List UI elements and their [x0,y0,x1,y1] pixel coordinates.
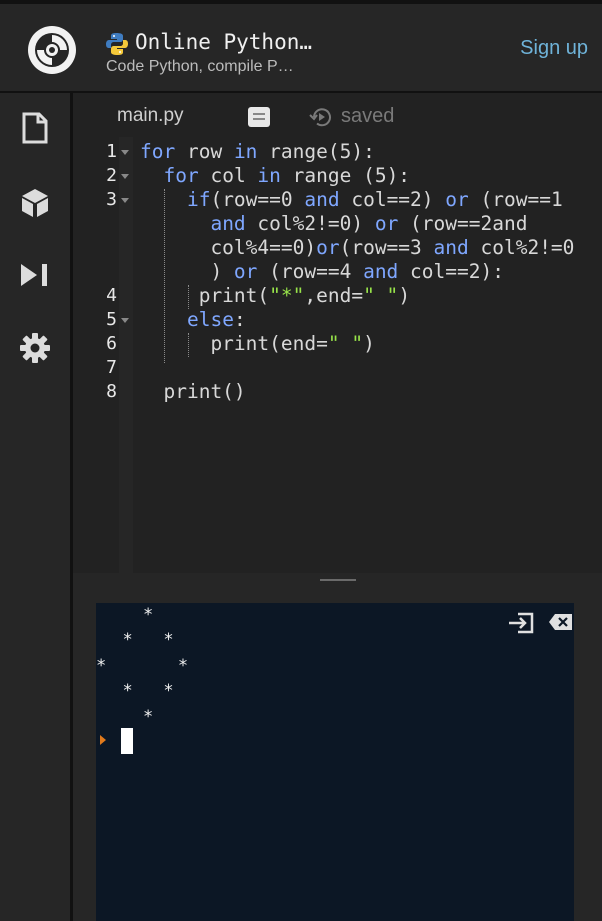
code-content[interactable]: for row in range(5): for col in range (5… [140,140,574,439]
page-title: Online Python… [135,30,313,54]
app-logo[interactable] [26,24,78,76]
line-number: 7 [106,357,117,378]
terminal-margin [574,591,602,921]
code-line: ) or (row==4 and col==2): [140,260,504,283]
fold-arrow-icon[interactable] [121,150,129,155]
tab-main-py[interactable]: main.py [117,105,184,127]
output-line: * * [102,630,174,650]
output-line: * * [96,656,189,676]
package-icon[interactable] [18,186,52,220]
code-editor[interactable]: main.py saved 1 2 3 4 5 6 7 8 for row in… [73,93,602,573]
output-lines: * * * * * * * * [96,603,188,782]
code-line: and col%2!=0) or (row==2and [210,212,528,235]
code-line: print("*",end=" ") [140,284,411,307]
line-number: 5 [106,309,117,330]
app-header: Online Python… Code Python, compile P… S… [0,4,602,93]
document-icon[interactable] [248,107,270,127]
saved-icon [309,108,331,127]
fold-arrow-icon[interactable] [121,198,129,203]
sign-up-link[interactable]: Sign up [520,37,588,60]
code-line: for row in range(5): [140,140,375,163]
line-number: 1 [106,141,117,162]
line-number: 2 [106,165,117,186]
run-icon[interactable] [18,258,52,292]
fold-arrow-icon[interactable] [121,174,129,179]
code-line: else: [186,308,246,331]
line-number: 8 [106,381,117,402]
file-icon[interactable] [18,111,52,145]
input-cursor[interactable] [121,728,133,754]
save-status: saved [341,105,395,127]
line-number: 6 [106,333,117,354]
terminal-margin [73,591,96,921]
prompt-icon [100,735,106,745]
pane-divider[interactable] [73,573,602,591]
editor-tab-bar: main.py saved [73,93,602,137]
fold-arrow-icon[interactable] [121,318,129,323]
terminal-margin [96,591,574,603]
code-line: if(row==0 and col==2) or (row==1 [186,188,563,211]
exit-terminal-icon[interactable] [507,611,535,635]
sidebar [0,93,73,921]
output-line: * [102,605,154,625]
resize-handle[interactable] [320,579,356,581]
clear-terminal-icon[interactable] [548,613,574,631]
page-subtitle: Code Python, compile P… [106,58,294,75]
code-line: print() [140,380,246,403]
code-line: col%4==0)or(row==3 and col%2!=0 [140,236,575,259]
python-icon [106,33,128,55]
gear-icon[interactable] [18,331,52,365]
code-line: print(end=" ") [140,332,375,355]
line-number: 4 [106,285,117,306]
code-line: for col in range (5): [163,164,411,187]
output-line: * [102,707,154,727]
terminal-output[interactable]: * * * * * * * * [96,603,574,921]
output-line: * * [102,681,174,701]
line-number: 3 [106,189,117,210]
